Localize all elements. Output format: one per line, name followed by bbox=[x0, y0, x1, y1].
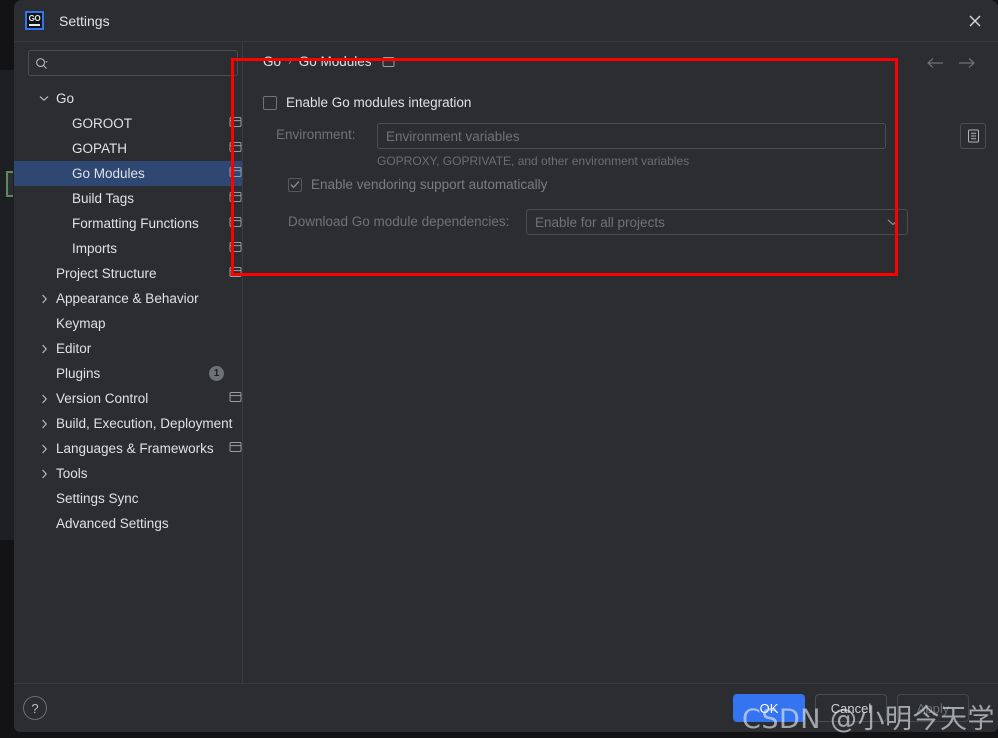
chevron-down-icon[interactable] bbox=[38, 95, 50, 102]
navigation-arrows bbox=[926, 56, 976, 74]
project-scope-icon bbox=[229, 216, 242, 231]
sidebar-item-label: Build Tags bbox=[72, 191, 135, 206]
sidebar-item-languages-frameworks[interactable]: Languages & Frameworks bbox=[14, 436, 242, 461]
sidebar-item-label: Plugins bbox=[56, 366, 101, 381]
download-deps-label: Download Go module dependencies: bbox=[288, 214, 510, 229]
sidebar-item-label: GOPATH bbox=[72, 141, 128, 156]
sidebar-item-label: Editor bbox=[56, 341, 92, 356]
sidebar-item-build-execution-deployment[interactable]: Build, Execution, Deployment bbox=[14, 411, 242, 436]
environment-hint: GOPROXY, GOPRIVATE, and other environmen… bbox=[377, 154, 690, 168]
enable-go-modules-label: Enable Go modules integration bbox=[286, 95, 472, 110]
sidebar-item-label: Appearance & Behavior bbox=[56, 291, 199, 306]
goland-go-icon: GO bbox=[25, 11, 44, 30]
sidebar-item-label: Imports bbox=[72, 241, 118, 256]
settings-sidebar: Go GOROOT GOPATH Go Modules Build Tags Format… bbox=[14, 42, 242, 545]
enable-go-modules-row[interactable]: Enable Go modules integration bbox=[263, 95, 471, 110]
editor-gutter-strip bbox=[0, 70, 14, 540]
download-deps-value: Enable for all projects bbox=[535, 214, 665, 230]
sidebar-item-label: Advanced Settings bbox=[56, 516, 169, 531]
project-scope-icon bbox=[229, 266, 242, 281]
go-icon-text: GO bbox=[28, 14, 41, 23]
search-input[interactable] bbox=[52, 55, 231, 71]
sidebar-item-version-control[interactable]: Version Control bbox=[14, 386, 242, 411]
sidebar-item-gopath[interactable]: GOPATH bbox=[14, 136, 242, 161]
chevron-right-icon[interactable] bbox=[38, 294, 50, 304]
sidebar-item-go[interactable]: Go bbox=[14, 86, 242, 111]
sidebar-item-label: Tools bbox=[56, 466, 88, 481]
settings-dialog: GO Settings Go GOROOT GOPATH Go Modules Buil… bbox=[14, 0, 998, 732]
ok-button[interactable]: OK bbox=[733, 694, 805, 722]
project-scope-icon bbox=[229, 116, 242, 131]
vendoring-label: Enable vendoring support automatically bbox=[311, 177, 548, 192]
project-scope-icon bbox=[229, 141, 242, 156]
breadcrumb-current: Go Modules bbox=[298, 54, 372, 69]
sidebar-item-editor[interactable]: Editor bbox=[14, 336, 242, 361]
go-icon-bar bbox=[29, 24, 40, 26]
sidebar-item-build-tags[interactable]: Build Tags bbox=[14, 186, 242, 211]
arrow-left-icon[interactable] bbox=[926, 56, 944, 74]
search-box[interactable] bbox=[28, 50, 238, 76]
vendoring-row[interactable]: Enable vendoring support automatically bbox=[288, 177, 547, 192]
environment-label: Environment: bbox=[276, 127, 356, 142]
apply-button: Apply bbox=[897, 694, 969, 722]
sidebar-item-label: Formatting Functions bbox=[72, 216, 199, 231]
settings-content-panel: Go › Go Modules Enable Go modules integr… bbox=[242, 42, 998, 683]
sidebar-item-goroot[interactable]: GOROOT bbox=[14, 111, 242, 136]
project-scope-icon bbox=[229, 191, 242, 206]
sidebar-item-formatting-functions[interactable]: Formatting Functions bbox=[14, 211, 242, 236]
breadcrumb-root[interactable]: Go bbox=[263, 54, 281, 69]
sidebar-item-label: Version Control bbox=[56, 391, 149, 406]
environment-input[interactable]: Environment variables bbox=[377, 123, 886, 149]
environment-placeholder: Environment variables bbox=[386, 128, 520, 144]
sidebar-item-label: Build, Execution, Deployment bbox=[56, 416, 233, 431]
sidebar-item-advanced-settings[interactable]: Advanced Settings bbox=[14, 511, 242, 536]
sidebar-item-keymap[interactable]: Keymap bbox=[14, 311, 242, 336]
chevron-down-icon bbox=[887, 219, 899, 226]
sidebar-item-appearance-behavior[interactable]: Appearance & Behavior bbox=[14, 286, 242, 311]
sidebar-item-label: Go Modules bbox=[72, 166, 145, 181]
project-scope-icon bbox=[229, 391, 242, 406]
edit-variables-icon[interactable] bbox=[960, 123, 986, 149]
sidebar-item-label: Languages & Frameworks bbox=[56, 441, 214, 456]
breadcrumb-separator: › bbox=[288, 55, 292, 68]
sidebar-item-settings-sync[interactable]: Settings Sync bbox=[14, 486, 242, 511]
breadcrumb: Go › Go Modules bbox=[263, 54, 395, 69]
sidebar-item-go-modules[interactable]: Go Modules bbox=[14, 161, 242, 186]
project-scope-icon bbox=[229, 166, 242, 181]
chevron-right-icon[interactable] bbox=[38, 344, 50, 354]
plugins-update-badge: 1 bbox=[209, 366, 224, 381]
cancel-button[interactable]: Cancel bbox=[815, 694, 887, 722]
sidebar-item-label: Settings Sync bbox=[56, 491, 139, 506]
dialog-footer: ? OK Cancel Apply bbox=[14, 683, 998, 732]
download-deps-select[interactable]: Enable for all projects bbox=[526, 209, 908, 235]
window-title: Settings bbox=[59, 12, 110, 29]
chevron-right-icon[interactable] bbox=[38, 394, 50, 404]
sidebar-item-label: Go bbox=[56, 91, 75, 106]
dialog-button-group: OK Cancel Apply bbox=[733, 694, 969, 722]
help-icon[interactable]: ? bbox=[23, 696, 47, 720]
sidebar-item-label: Project Structure bbox=[56, 266, 157, 281]
sidebar-item-plugins[interactable]: Plugins 1 bbox=[14, 361, 242, 386]
arrow-right-icon[interactable] bbox=[958, 56, 976, 74]
project-scope-icon bbox=[382, 56, 395, 67]
chevron-right-icon[interactable] bbox=[38, 469, 50, 479]
close-icon[interactable] bbox=[960, 6, 990, 36]
sidebar-item-tools[interactable]: Tools bbox=[14, 461, 242, 486]
sidebar-item-imports[interactable]: Imports bbox=[14, 236, 242, 261]
chevron-right-icon[interactable] bbox=[38, 419, 50, 429]
search-icon bbox=[36, 57, 48, 69]
sidebar-item-label: Keymap bbox=[56, 316, 106, 331]
vcs-change-marker bbox=[6, 171, 13, 197]
project-scope-icon bbox=[229, 241, 242, 256]
chevron-right-icon[interactable] bbox=[38, 444, 50, 454]
vendoring-checkbox[interactable] bbox=[288, 177, 302, 192]
dialog-titlebar: GO Settings bbox=[14, 0, 998, 42]
sidebar-item-project-structure[interactable]: Project Structure bbox=[14, 261, 242, 286]
enable-go-modules-checkbox[interactable] bbox=[263, 95, 277, 110]
project-scope-icon bbox=[229, 441, 242, 456]
settings-tree: Go GOROOT GOPATH Go Modules Build Tags Format… bbox=[14, 86, 242, 536]
sidebar-item-label: GOROOT bbox=[72, 116, 132, 131]
